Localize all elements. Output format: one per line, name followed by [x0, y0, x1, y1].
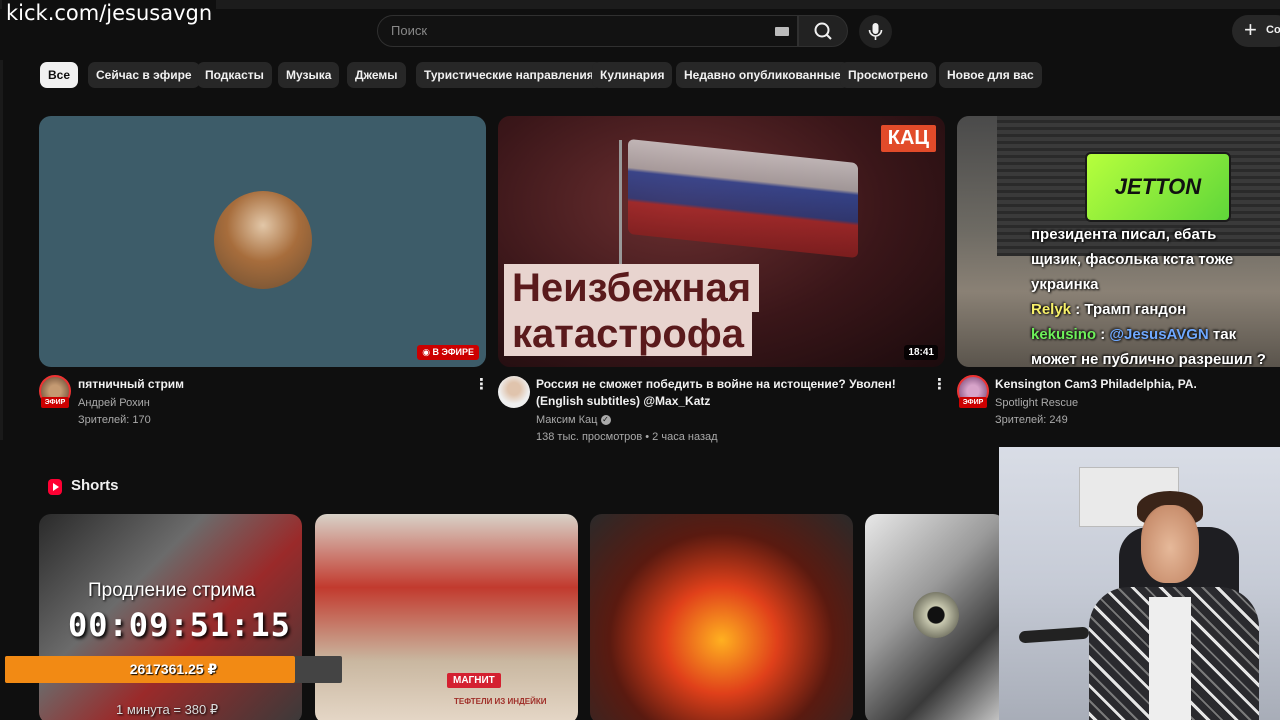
channel-name-1[interactable]: Андрей Рохин	[78, 395, 150, 411]
chat-line: украинка	[1031, 276, 1099, 293]
chat-username: kekusino	[1031, 326, 1097, 343]
search-placeholder: Поиск	[391, 23, 428, 38]
plus-icon: +	[1244, 17, 1257, 42]
search-button[interactable]	[798, 15, 848, 47]
video-title-1[interactable]: пятничный стрим	[78, 376, 458, 393]
video-stats-1: Зрителей: 170	[78, 414, 151, 426]
microphone-icon	[868, 23, 883, 40]
chat-message: kekusino : @JesusAVGN так	[1031, 326, 1237, 343]
sponsor-logo: JETTON	[1085, 152, 1231, 222]
live-avatar-badge: ЭФИР	[959, 397, 987, 408]
chip-travel[interactable]: Туристические направления	[416, 62, 602, 88]
chat-line: президента писал, ебать	[1031, 226, 1217, 243]
create-label: Co	[1266, 24, 1280, 36]
chat-text: : Трамп гандон	[1071, 301, 1187, 318]
chip-jams[interactable]: Джемы	[347, 62, 406, 88]
channel-avatar-2[interactable]	[498, 376, 530, 408]
product-name: ТЕФТЕЛИ ИЗ ИНДЕЙКИ	[454, 697, 547, 706]
chip-music[interactable]: Музыка	[278, 62, 340, 88]
streamer-avatar	[214, 191, 312, 289]
more-options-icon[interactable]: ⋮	[474, 377, 489, 392]
cat-eye-image	[913, 592, 959, 638]
thumbnail-text-2: катастрофа	[504, 312, 753, 356]
live-icon: ◉	[422, 347, 433, 357]
flag-image	[628, 138, 858, 259]
video-title-2-line-2: (English subtitles) @Max_Katz	[536, 394, 711, 408]
chip-live[interactable]: Сейчас в эфире	[88, 62, 200, 88]
video-stats-3: Зрителей: 249	[995, 414, 1068, 426]
stream-timer: 00:09:51:15	[68, 606, 291, 644]
product-brand: МАГНИТ	[447, 673, 501, 688]
chip-all[interactable]: Все	[40, 62, 79, 88]
shorts-title: Shorts	[71, 477, 119, 494]
chat-text: так	[1208, 326, 1237, 343]
channel-logo: КАЦ	[880, 125, 936, 152]
donation-amount: 2617361.25 ₽	[129, 661, 218, 677]
microphone-arm	[1018, 626, 1090, 644]
short-thumbnail-4[interactable]	[865, 514, 1005, 720]
thumbnail-text-1: Неизбежная	[504, 264, 760, 312]
sidebar-edge	[0, 60, 3, 440]
video-stats-2: 138 тыс. просмотров • 2 часа назад	[536, 431, 718, 443]
video-title-2-line-1: Россия не сможет победить в войне на ист…	[536, 377, 896, 391]
short-thumbnail-3[interactable]	[590, 514, 853, 720]
chat-line: может не публично разрешил ?	[1031, 351, 1266, 367]
shorts-icon	[48, 479, 62, 495]
streamer-face	[1141, 505, 1199, 583]
verified-icon: ✓	[600, 415, 611, 426]
donation-progress-bar: 2617361.25 ₽	[5, 656, 342, 683]
duration-badge: 18:41	[904, 345, 938, 360]
keyboard-icon[interactable]	[775, 27, 789, 36]
video-title-3[interactable]: Kensington Cam3 Philadelphia, PA.	[995, 376, 1275, 393]
search-icon	[814, 22, 832, 40]
stream-chat-overlay: президента писал, ебать щизик, фасолька …	[1031, 222, 1280, 367]
video-title-2[interactable]: Россия не сможет победить в войне на ист…	[536, 376, 926, 410]
streamer-shirt	[1149, 597, 1191, 720]
video-thumbnail-1[interactable]: ◉ В ЭФИРЕ	[39, 116, 486, 367]
chip-cooking[interactable]: Кулинария	[592, 62, 673, 88]
stream-extension-label: Продление стрима	[88, 580, 256, 601]
voice-search-button[interactable]	[859, 15, 892, 48]
chat-message: Relyk : Трамп гандон	[1031, 297, 1280, 322]
create-button[interactable]: + Co	[1232, 15, 1280, 47]
chip-new-for-you[interactable]: Новое для вас	[939, 62, 1042, 88]
video-thumbnail-2[interactable]: КАЦ Неизбежная катастрофа 18:41	[498, 116, 945, 367]
search-input[interactable]: Поиск	[377, 15, 798, 47]
more-options-icon[interactable]: ⋮	[932, 377, 947, 392]
chat-mention: @JesusAVGN	[1109, 326, 1209, 343]
donation-rate: 1 минута = 380 ₽	[116, 702, 219, 717]
channel-name-2[interactable]: Максим Кац ✓	[536, 412, 611, 428]
stream-channel-url: kick.com/jesusavgn	[2, 0, 217, 26]
chip-watched[interactable]: Просмотрено	[840, 62, 937, 88]
short-thumbnail-2[interactable]	[315, 514, 578, 720]
live-avatar-badge: ЭФИР	[41, 397, 69, 408]
channel-name-3[interactable]: Spotlight Rescue	[995, 395, 1078, 411]
chat-line: щизик, фасолька кста тоже	[1031, 251, 1234, 268]
chat-username: Relyk	[1031, 301, 1072, 318]
chip-podcasts[interactable]: Подкасты	[197, 62, 272, 88]
streamer-webcam	[999, 447, 1280, 720]
video-thumbnail-3[interactable]: JETTON президента писал, ебать щизик, фа…	[957, 116, 1280, 367]
live-badge: ◉ В ЭФИРЕ	[417, 345, 479, 360]
chip-recently-uploaded[interactable]: Недавно опубликованные	[676, 62, 849, 88]
